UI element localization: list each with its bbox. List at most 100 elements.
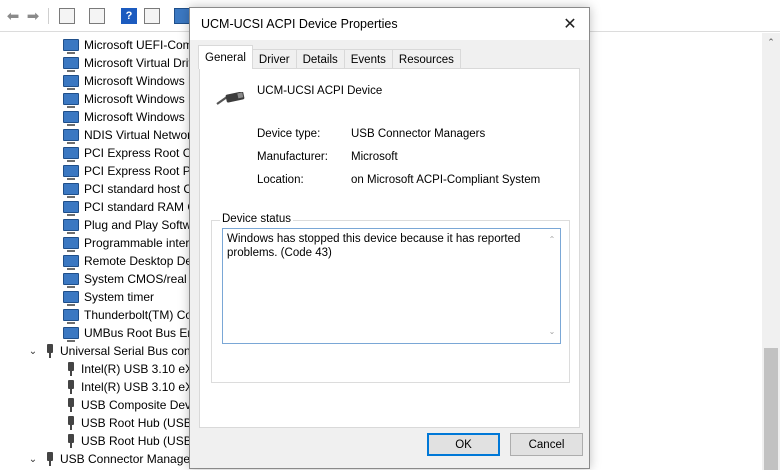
tree-item[interactable]: NDIS Virtual Network bbox=[63, 126, 197, 144]
tree-item-label: PCI standard host CP bbox=[84, 182, 201, 196]
usb-device-icon bbox=[45, 344, 55, 358]
tree-item-label: PCI standard RAM Co bbox=[84, 200, 203, 214]
usb-device-icon bbox=[66, 362, 76, 376]
manufacturer-label: Manufacturer: bbox=[257, 151, 328, 163]
usb-cable-icon bbox=[216, 92, 245, 105]
device-name: UCM-UCSI ACPI Device bbox=[257, 85, 383, 97]
tree-item[interactable]: Microsoft Windows M bbox=[63, 72, 198, 90]
tree-item-label: USB Composite Devi bbox=[81, 398, 194, 412]
device-type-value: USB Connector Managers bbox=[351, 128, 486, 140]
tree-item[interactable]: PCI standard host CP bbox=[63, 180, 200, 198]
location-value: on Microsoft ACPI-Compliant System bbox=[351, 174, 541, 186]
tree-item[interactable]: Intel(R) USB 3.10 eXte bbox=[66, 378, 203, 396]
tree-item-label: Universal Serial Bus cont bbox=[60, 344, 195, 358]
tree-item[interactable]: USB Composite Devi bbox=[66, 396, 194, 414]
tab-driver[interactable]: Driver bbox=[251, 49, 297, 69]
tree-item[interactable]: Microsoft Virtual Driv bbox=[63, 54, 194, 72]
manufacturer-value: Microsoft bbox=[351, 151, 398, 163]
tree-item[interactable]: UMBus Root Bus Enu bbox=[63, 324, 201, 342]
tree-item[interactable]: Remote Desktop Dev bbox=[63, 252, 198, 270]
tree-item-label: UMBus Root Bus Enu bbox=[84, 326, 201, 340]
tree-item[interactable]: PCI standard RAM Co bbox=[63, 198, 203, 216]
tree-item[interactable]: System CMOS/real ti bbox=[63, 270, 196, 288]
tree-item-label: NDIS Virtual Network bbox=[84, 128, 198, 142]
usb-device-icon bbox=[66, 380, 76, 394]
tree-item[interactable]: Microsoft UEFI-Comp bbox=[63, 36, 199, 54]
device-type-label: Device type: bbox=[257, 128, 321, 140]
tab-details[interactable]: Details bbox=[295, 49, 345, 69]
tree-item[interactable]: Microsoft Windows M bbox=[63, 108, 198, 126]
tree-scrollbar[interactable]: ⌃ bbox=[762, 33, 780, 470]
tab-resources[interactable]: Resources bbox=[391, 49, 461, 69]
device-icon bbox=[63, 111, 79, 126]
tree-item-label: USB Root Hub (USB 3 bbox=[81, 434, 202, 448]
toolbar-separator bbox=[48, 8, 49, 24]
tree-item-label: System timer bbox=[84, 290, 155, 304]
tree-item[interactable]: USB Root Hub (USB 3 bbox=[66, 414, 202, 432]
tree-category[interactable]: ⌄ Universal Serial Bus cont bbox=[29, 342, 195, 360]
device-icon bbox=[63, 309, 79, 324]
tree-item-label: System CMOS/real ti bbox=[84, 272, 197, 286]
device-icon bbox=[63, 291, 79, 306]
tree-item-label: Microsoft Virtual Driv bbox=[84, 56, 195, 70]
forward-icon[interactable]: ➡ bbox=[24, 7, 42, 25]
tree-item[interactable]: USB Root Hub (USB 3 bbox=[66, 432, 202, 450]
scroll-up-icon[interactable]: ⌃ bbox=[762, 37, 780, 48]
tree-item[interactable]: Plug and Play Softwa bbox=[63, 216, 198, 234]
tree-item[interactable]: Microsoft Windows M bbox=[63, 90, 198, 108]
device-status-title: Device status bbox=[220, 213, 294, 225]
device-status-textbox[interactable]: Windows has stopped this device because … bbox=[222, 228, 561, 344]
location-label: Location: bbox=[257, 174, 304, 186]
tree-item-label: Remote Desktop Dev bbox=[84, 254, 199, 268]
tree-item-label: Microsoft Windows M bbox=[84, 74, 199, 88]
properties-dialog: UCM-UCSI ACPI Device Properties ✕ Genera… bbox=[189, 7, 590, 469]
general-tab-panel: UCM-UCSI ACPI Device Device type: USB Co… bbox=[199, 68, 580, 428]
device-icon bbox=[63, 93, 79, 108]
scroll-thumb[interactable] bbox=[764, 348, 778, 470]
usb-device-icon bbox=[45, 452, 55, 466]
device-icon bbox=[63, 147, 79, 162]
dialog-titlebar[interactable]: UCM-UCSI ACPI Device Properties ✕ bbox=[190, 8, 589, 40]
view-icon[interactable] bbox=[143, 7, 161, 25]
tree-category[interactable]: ⌄ USB Connector Manager bbox=[29, 450, 195, 468]
tree-item-label: PCI Express Root Port bbox=[84, 164, 205, 178]
expand-chevron-icon[interactable]: ⌄ bbox=[27, 346, 39, 357]
usb-device-icon bbox=[66, 416, 76, 430]
tree-item-label: Plug and Play Softwa bbox=[84, 218, 199, 232]
back-icon[interactable]: ⬅ bbox=[4, 7, 22, 25]
device-icon bbox=[63, 327, 79, 342]
tree-item[interactable]: PCI Express Root Port bbox=[63, 162, 205, 180]
tree-item[interactable]: System timer bbox=[63, 288, 154, 306]
update-driver-icon[interactable] bbox=[88, 7, 106, 25]
tree-item[interactable]: Thunderbolt(TM) Co bbox=[63, 306, 192, 324]
status-scroll-down-icon[interactable]: ⌄ bbox=[546, 325, 558, 339]
tree-item-label: Microsoft Windows M bbox=[84, 110, 199, 124]
usb-device-icon bbox=[66, 434, 76, 448]
tree-item[interactable]: Programmable interr bbox=[63, 234, 193, 252]
expand-chevron-icon[interactable]: ⌄ bbox=[27, 454, 39, 465]
dialog-title: UCM-UCSI ACPI Device Properties bbox=[201, 17, 398, 31]
tree-item[interactable]: PCI Express Root Cor bbox=[63, 144, 202, 162]
status-scroll-up-icon[interactable]: ⌃ bbox=[546, 233, 558, 247]
tab-general[interactable]: General bbox=[198, 45, 253, 69]
tab-events[interactable]: Events bbox=[343, 49, 393, 69]
tree-item[interactable]: Intel(R) USB 3.10 eXte bbox=[66, 360, 203, 378]
close-button[interactable]: ✕ bbox=[559, 13, 581, 35]
device-icon bbox=[63, 237, 79, 252]
status-scrollbar[interactable]: ⌃ ⌄ bbox=[546, 231, 558, 341]
device-icon bbox=[63, 129, 79, 144]
device-icon bbox=[63, 183, 79, 198]
device-icon bbox=[63, 57, 79, 72]
cancel-button[interactable]: Cancel bbox=[510, 433, 583, 456]
help-icon[interactable]: ? bbox=[120, 7, 138, 25]
device-icon bbox=[63, 273, 79, 288]
close-icon: ✕ bbox=[563, 16, 577, 33]
device-icon bbox=[63, 75, 79, 90]
properties-icon[interactable] bbox=[58, 7, 76, 25]
device-icon bbox=[63, 219, 79, 234]
ok-button[interactable]: OK bbox=[427, 433, 500, 456]
tree-item-label: USB Connector Manager bbox=[60, 452, 195, 466]
device-icon bbox=[63, 255, 79, 270]
device-icon bbox=[63, 165, 79, 180]
tree-item-label: PCI Express Root Cor bbox=[84, 146, 203, 160]
